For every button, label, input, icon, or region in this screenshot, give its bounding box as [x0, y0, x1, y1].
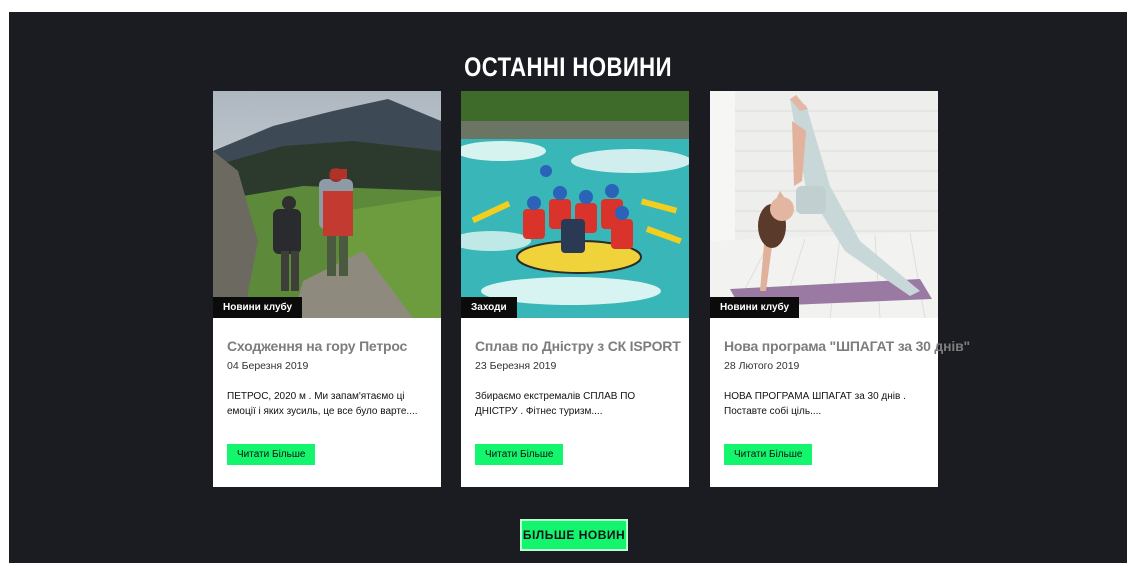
news-title[interactable]: Сплав по Дністру з СК ISPORT	[475, 338, 685, 354]
news-card: Новини клубу Сходження на гору Петрос 04…	[213, 91, 441, 487]
news-excerpt: Збираємо екстремалів СПЛАВ ПО ДНІСТРУ . …	[475, 391, 636, 417]
category-tag[interactable]: Новини клубу	[710, 297, 800, 318]
category-tag[interactable]: Новини клубу	[213, 297, 303, 318]
news-title[interactable]: Сходження на гору Петрос	[227, 338, 437, 354]
news-excerpt: НОВА ПРОГРАМА ШПАГАТ за 30 днів . Постав…	[724, 391, 906, 417]
read-more-button[interactable]: Читати Більше	[475, 444, 564, 465]
news-title[interactable]: Нова програма "ШПАГАТ за 30 днів"	[724, 338, 970, 354]
more-news-button[interactable]: БІЛЬШЕ НОВИН	[520, 519, 628, 551]
news-image-rafting[interactable]: Заходи	[461, 91, 689, 318]
read-more-button[interactable]: Читати Більше	[227, 444, 316, 465]
read-more-button[interactable]: Читати Більше	[724, 444, 813, 465]
news-date: 04 Березня 2019	[227, 360, 309, 372]
news-date: 28 Лютого 2019	[724, 360, 800, 372]
news-excerpt: ПЕТРОС, 2020 м . Ми запам'ятаємо ці емоц…	[227, 391, 418, 417]
news-card: Заходи Сплав по Дністру з СК ISPORT 23 Б…	[461, 91, 689, 487]
section-title: ОСТАННІ НОВИНИ	[464, 52, 672, 82]
category-tag[interactable]: Заходи	[461, 297, 517, 318]
news-card: Новини клубу Нова програма "ШПАГАТ за 30…	[710, 91, 970, 487]
news-date: 23 Березня 2019	[475, 360, 557, 372]
news-image-hikers[interactable]: Новини клубу	[213, 91, 441, 318]
news-image-yoga[interactable]: Новини клубу	[710, 91, 938, 318]
latest-news-section: ОСТАННІ НОВИНИ Новини клубу Сходження на…	[9, 12, 1127, 563]
